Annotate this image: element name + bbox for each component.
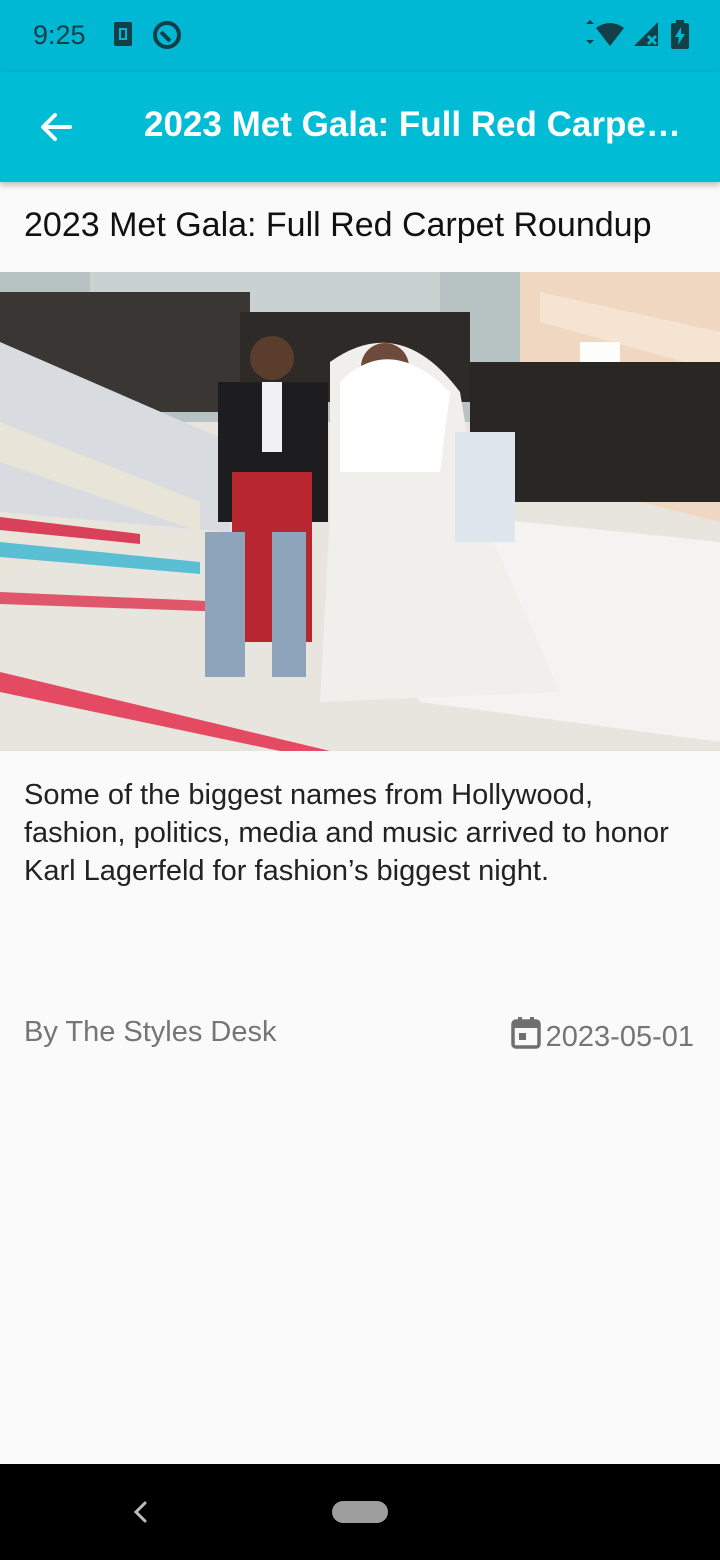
article-summary: Some of the biggest names from Hollywood… (24, 779, 669, 887)
app-bar: 2023 Met Gala: Full Red Carpet Roundup (0, 72, 720, 182)
calendar-icon (510, 1016, 542, 1058)
status-bar: 9:25 (0, 0, 720, 72)
battery-charging-icon (670, 20, 690, 55)
system-nav-bar (0, 1464, 720, 1560)
sim-card-icon (113, 20, 133, 53)
signal-icon (632, 20, 660, 53)
status-time: 9:25 (33, 20, 86, 50)
do-not-disturb-icon (152, 20, 182, 55)
nav-home-pill[interactable] (332, 1501, 388, 1523)
article-image (0, 272, 720, 751)
arrow-back-icon[interactable] (36, 106, 78, 148)
nav-back-icon[interactable] (128, 1498, 152, 1526)
article-date: 2023-05-01 (510, 1016, 694, 1058)
wifi-icon (582, 20, 626, 53)
article-date-text: 2023-05-01 (545, 1020, 694, 1053)
article-byline: By The Styles Desk (24, 1016, 277, 1048)
red-carpet-photo (0, 272, 720, 751)
article-headline: 2023 Met Gala: Full Red Carpet Roundup (24, 206, 652, 244)
app-bar-title: 2023 Met Gala: Full Red Carpet Roundup (144, 105, 684, 144)
